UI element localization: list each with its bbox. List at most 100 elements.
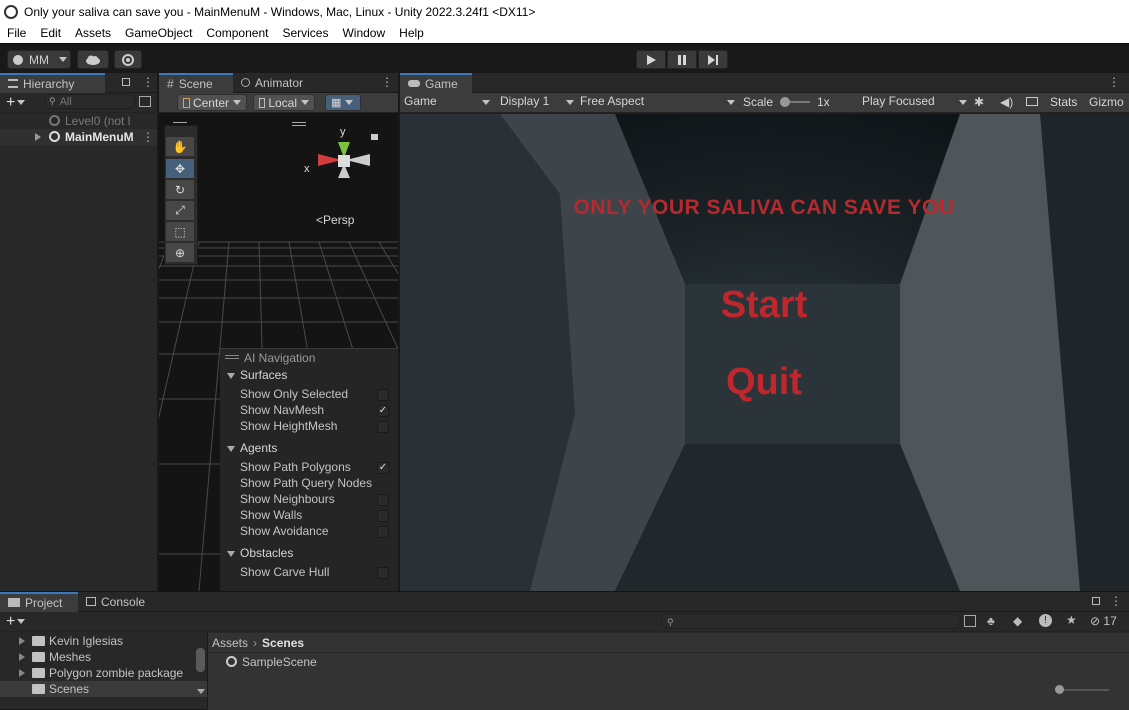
add-icon[interactable]: + [6, 94, 15, 112]
list-item[interactable]: Scenes [0, 681, 207, 697]
section-agents[interactable]: Agents [240, 441, 277, 455]
menu-help[interactable]: Help [392, 26, 431, 40]
stats-button[interactable]: Stats [1050, 95, 1077, 109]
breadcrumb-scenes[interactable]: Scenes [262, 636, 304, 650]
collab-button[interactable] [114, 50, 142, 69]
step-button[interactable] [698, 50, 728, 69]
rotate-tool-button[interactable]: ↻ [166, 180, 194, 199]
foldout-arrow-icon[interactable] [227, 551, 235, 557]
game-viewport[interactable]: ONLY YOUR SALIVA CAN SAVE YOU Start Quit [400, 114, 1129, 591]
menu-edit[interactable]: Edit [33, 26, 68, 40]
gizmos-button[interactable]: Gizmo [1089, 95, 1124, 109]
audio-icon[interactable]: ◀) [1000, 95, 1013, 109]
slider-thumb[interactable] [1055, 685, 1064, 694]
checkbox-show-heightmesh[interactable] [377, 421, 389, 433]
list-item[interactable]: Kevin Iglesias [0, 633, 207, 649]
label-icon[interactable]: ◆ [1013, 614, 1022, 628]
folder-scrollbar[interactable] [196, 648, 205, 672]
section-obstacles[interactable]: Obstacles [240, 546, 293, 560]
menu-assets[interactable]: Assets [68, 26, 118, 40]
scale-tool-button[interactable]: ⤢ [166, 201, 194, 220]
expand-arrow-icon[interactable] [19, 653, 25, 661]
cloud-button[interactable] [77, 50, 109, 69]
checkbox-show-avoidance[interactable] [377, 526, 389, 538]
chevron-down-icon[interactable] [17, 100, 26, 105]
bug-icon[interactable]: ✱ [974, 95, 984, 109]
foldout-arrow-icon[interactable] [227, 373, 235, 379]
play-mode-label: Play Focused [862, 94, 935, 108]
play-button[interactable] [636, 50, 666, 69]
list-item[interactable]: MainMenuM ⋮ [0, 129, 157, 145]
start-button[interactable]: Start [712, 284, 816, 327]
foldout-arrow-icon[interactable] [227, 446, 235, 452]
pause-button[interactable] [667, 50, 697, 69]
grid-snap-dropdown[interactable]: ▦ [325, 94, 361, 111]
hand-tool-button[interactable]: ✋ [166, 137, 194, 156]
game-mode-dropdown[interactable]: Game [404, 94, 490, 108]
icon-size-slider[interactable] [1055, 685, 1109, 694]
expand-arrow-icon[interactable] [35, 133, 41, 141]
lock-icon[interactable] [122, 78, 130, 86]
menu-component[interactable]: Component [199, 26, 275, 40]
tab-game[interactable]: Game [400, 73, 472, 93]
hash-icon: # [167, 76, 174, 91]
more-menu-icon[interactable]: ⋮ [1110, 594, 1122, 608]
menu-window[interactable]: Window [335, 26, 392, 40]
tab-scene[interactable]: # Scene [159, 73, 233, 93]
checkbox-show-neighbours[interactable] [377, 494, 389, 506]
star-icon[interactable]: ★ [1066, 613, 1077, 627]
tab-console[interactable]: Console [78, 592, 155, 612]
checkbox-show-navmesh[interactable]: ✓ [377, 405, 389, 417]
rect-tool-button[interactable]: ⬚ [166, 222, 194, 241]
menu-gameobject[interactable]: GameObject [118, 26, 199, 40]
menu-file[interactable]: File [0, 26, 33, 40]
asset-item[interactable]: SampleScene [208, 653, 1129, 673]
scale-slider[interactable] [780, 97, 810, 107]
checkbox-show-carve-hull[interactable] [377, 567, 389, 579]
keyboard-icon[interactable] [1026, 97, 1038, 106]
pivot-dropdown[interactable]: Center [177, 94, 247, 111]
project-search-input[interactable]: ⚲ [661, 613, 961, 629]
account-dropdown[interactable]: MM [7, 50, 71, 69]
slider-thumb[interactable] [780, 97, 790, 107]
chevron-down-icon[interactable] [17, 619, 26, 624]
space-dropdown[interactable]: Local [253, 94, 315, 111]
expand-arrow-icon[interactable] [19, 669, 25, 677]
play-mode-dropdown[interactable]: Play Focused [862, 94, 967, 108]
more-menu-icon[interactable]: ⋮ [142, 75, 154, 89]
search-by-type-icon[interactable] [964, 615, 976, 627]
search-input[interactable]: ⚲ All [44, 94, 136, 109]
transform-tool-button[interactable]: ⊕ [166, 243, 194, 262]
menu-services[interactable]: Services [275, 26, 335, 40]
list-item[interactable]: Level0 (not l [0, 113, 157, 129]
more-menu-icon[interactable]: ⋮ [381, 75, 393, 89]
hidden-packages-toggle[interactable]: ⊘ 17 [1090, 614, 1117, 628]
warning-icon[interactable]: ! [1039, 614, 1052, 627]
lock-icon[interactable] [371, 134, 378, 140]
drag-handle-icon[interactable] [225, 355, 239, 359]
persp-toggle[interactable]: <Persp [316, 213, 354, 227]
move-tool-button[interactable]: ✥ [166, 159, 194, 178]
unity-logo-icon [4, 4, 18, 19]
search-options-icon[interactable] [139, 96, 151, 107]
breadcrumb-assets[interactable]: Assets [212, 636, 248, 650]
section-surfaces[interactable]: Surfaces [240, 368, 287, 382]
expand-arrow-icon[interactable] [19, 637, 25, 645]
filter-type-icon[interactable]: ♣ [987, 614, 995, 628]
checkbox-show-path-polygons[interactable]: ✓ [377, 462, 389, 474]
list-item[interactable]: Polygon zombie package [0, 665, 207, 681]
checkbox-show-walls[interactable] [377, 510, 389, 522]
tab-project[interactable]: Project [0, 591, 78, 612]
more-menu-icon[interactable]: ⋮ [142, 130, 154, 144]
quit-button[interactable]: Quit [712, 361, 816, 404]
display-dropdown[interactable]: Display 1 [500, 94, 574, 108]
lock-icon[interactable] [1092, 597, 1100, 605]
add-icon[interactable]: + [6, 613, 15, 631]
more-menu-icon[interactable]: ⋮ [1108, 75, 1120, 89]
checkbox-show-only-selected[interactable] [377, 389, 389, 401]
tab-animator[interactable]: Animator [233, 73, 313, 93]
aspect-dropdown[interactable]: Free Aspect [580, 94, 735, 108]
tab-hierarchy[interactable]: Hierarchy [0, 72, 105, 93]
list-item[interactable]: Meshes [0, 649, 207, 665]
scroll-down-icon[interactable] [197, 689, 205, 694]
